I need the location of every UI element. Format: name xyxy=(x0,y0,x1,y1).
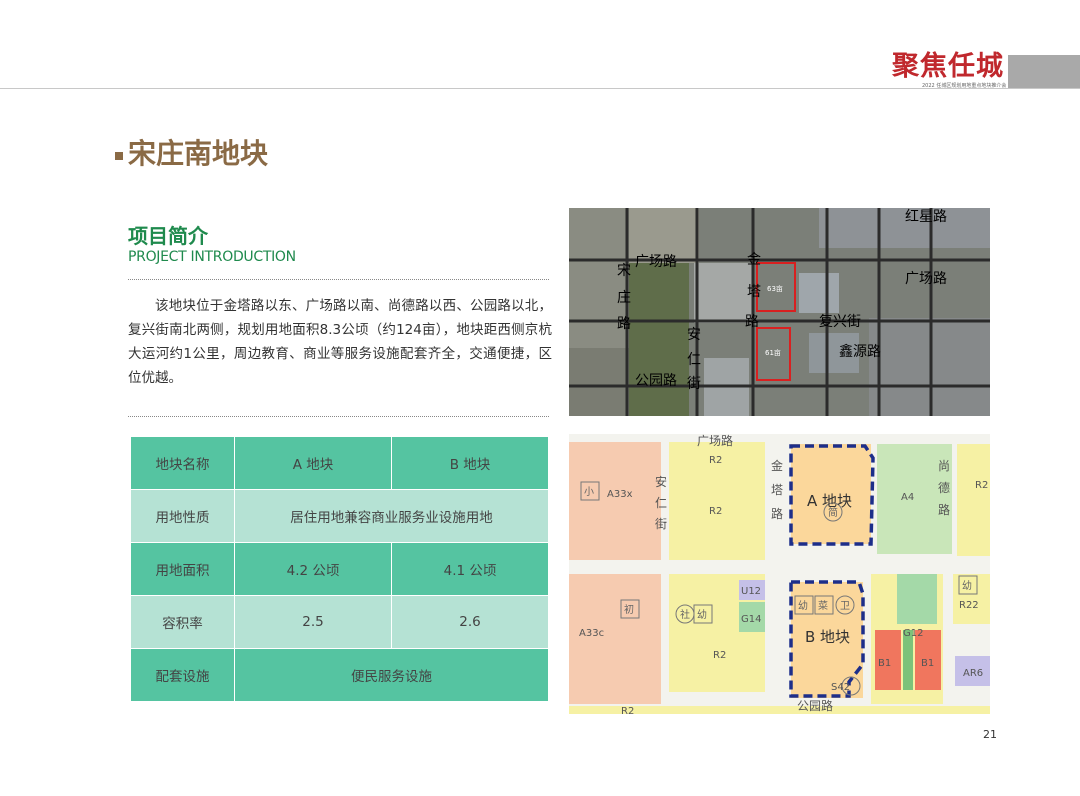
road-label-jinta-1: 金 xyxy=(747,252,761,268)
plan-road-jinta-1: 金 xyxy=(771,458,783,473)
road-label-songzhuang-2: 庄 xyxy=(617,289,631,306)
road-label-jinta-3: 路 xyxy=(745,314,759,330)
table-row: 容积率 2.5 2.6 xyxy=(130,595,549,649)
zone-r2-right: R2 xyxy=(975,480,988,491)
symbol-you-a: 幼 xyxy=(697,608,707,621)
cell-b: 2.6 xyxy=(391,595,549,649)
plan-road-anren-1: 安 xyxy=(655,474,667,489)
cell-b: B 地块 xyxy=(391,436,549,490)
zone-b1-left: B1 xyxy=(878,658,891,669)
symbol-chu: 初 xyxy=(624,603,634,616)
cell-a: 4.2 公顷 xyxy=(234,542,392,596)
plan-road-jinta-2: 塔 xyxy=(771,483,783,497)
brand-logo: 聚焦任城 2022 任城区规划用地重点地块推介会 xyxy=(892,51,1007,92)
road-label-guangchang-right: 广场路 xyxy=(905,271,947,287)
row-label: 配套设施 xyxy=(130,648,235,702)
parcel-b-label: B 地块 xyxy=(805,628,850,646)
intro-heading: 项目简介 xyxy=(128,224,208,248)
table-row: 用地性质 居住用地兼容商业服务业设施用地 xyxy=(130,489,549,543)
cell-a: 2.5 xyxy=(234,595,392,649)
zone-a4: A4 xyxy=(901,492,914,503)
zone-b1-right: B1 xyxy=(921,658,934,669)
row-label: 用地面积 xyxy=(130,542,235,596)
plan-road-gongyuan: 公园路 xyxy=(797,698,833,713)
zone-g14: G14 xyxy=(741,614,761,625)
plan-road-anren-2: 仁 xyxy=(655,496,667,510)
zone-s42: S42 xyxy=(831,682,850,693)
road-label-xinyuan: 鑫源路 xyxy=(839,343,881,360)
zone-a33x: A33x xyxy=(607,489,633,500)
symbol-cai: 菜 xyxy=(818,600,828,612)
symbol-she: 社 xyxy=(680,608,690,621)
plan-road-shangde-3: 路 xyxy=(938,502,950,517)
symbol-xiao: 小 xyxy=(584,486,594,498)
page-number: 21 xyxy=(983,728,997,741)
plan-road-jinta-3: 路 xyxy=(771,506,783,521)
table-row: 配套设施 便民服务设施 xyxy=(130,648,549,702)
zone-u12: U12 xyxy=(741,586,761,597)
road-label-anren-2: 仁 xyxy=(687,352,701,368)
plan-road-shangde-1: 尚 xyxy=(938,459,950,473)
table-row: 地块名称 A 地块 B 地块 xyxy=(130,436,549,490)
satellite-map: 63亩 61亩 红星路 广场路 广场路 金 塔 路 宋 庄 路 安 仁 街 复兴… xyxy=(569,208,990,416)
plan-road-anren-3: 街 xyxy=(655,517,667,531)
zone-r2-footer: R2 xyxy=(621,706,634,714)
parcel-a-area-tag: 63亩 xyxy=(767,284,783,293)
parcel-info-table: 地块名称 A 地块 B 地块 用地性质 居住用地兼容商业服务业设施用地 用地面积… xyxy=(130,436,549,702)
project-description: 该地块位于金塔路以东、广场路以南、尚德路以西、公园路以北，复兴街南北两侧，规划用… xyxy=(128,298,552,386)
road-label-songzhuang-3: 路 xyxy=(617,316,631,332)
road-label-gongyuan: 公园路 xyxy=(635,373,677,389)
dotted-divider-top xyxy=(128,279,549,280)
road-label-songzhuang-1: 宋 xyxy=(617,263,631,279)
header-gray-bar xyxy=(1008,55,1080,88)
plan-road-shangde-2: 德 xyxy=(938,480,950,495)
symbol-wei: 卫 xyxy=(840,601,850,612)
planning-map: 小 初 社 幼 幼 菜 卫 简 幼 A33x R2 R2 A4 R2 A33c … xyxy=(569,434,990,714)
zone-r22: R22 xyxy=(959,600,979,611)
zone-r2-mid: R2 xyxy=(709,506,722,517)
road-label-anren-1: 安 xyxy=(687,327,701,343)
intro-heading-en: PROJECT INTRODUCTION xyxy=(128,249,296,265)
plan-road-guangchang: 广场路 xyxy=(697,434,733,448)
logo-text: 聚焦任城 xyxy=(892,51,1004,82)
road-label-guangchang-left: 广场路 xyxy=(635,254,677,270)
zone-g12: G12 xyxy=(903,628,923,639)
road-label-fuxing: 复兴街 xyxy=(819,313,861,330)
row-label: 用地性质 xyxy=(130,489,235,543)
row-label: 地块名称 xyxy=(130,436,235,490)
parcel-b-area-tag: 61亩 xyxy=(765,348,781,357)
road-label-anren-3: 街 xyxy=(687,376,701,392)
logo-subtitle: 2022 任城区规划用地重点地块推介会 xyxy=(922,83,1007,89)
table-row: 用地面积 4.2 公顷 4.1 公顷 xyxy=(130,542,549,596)
zone-r2-bottom: R2 xyxy=(713,650,726,661)
title-square-icon xyxy=(115,152,123,160)
symbol-you-right: 幼 xyxy=(962,579,972,592)
cell-merged: 便民服务设施 xyxy=(234,648,549,702)
parcel-a-label: A 地块 xyxy=(807,492,852,510)
road-label-jinta-2: 塔 xyxy=(747,284,761,300)
cell-b: 4.1 公顷 xyxy=(391,542,549,596)
road-label-hongxing: 红星路 xyxy=(905,209,947,225)
cell-a: A 地块 xyxy=(234,436,392,490)
dotted-divider-bottom xyxy=(128,416,549,417)
zone-ar6: AR6 xyxy=(963,668,983,679)
row-label: 容积率 xyxy=(130,595,235,649)
page-title: 宋庄南地块 xyxy=(128,137,269,170)
cell-merged: 居住用地兼容商业服务业设施用地 xyxy=(234,489,549,543)
zone-r2-top: R2 xyxy=(709,455,722,466)
symbol-you-b: 幼 xyxy=(798,599,808,612)
zone-a33c: A33c xyxy=(579,628,604,639)
